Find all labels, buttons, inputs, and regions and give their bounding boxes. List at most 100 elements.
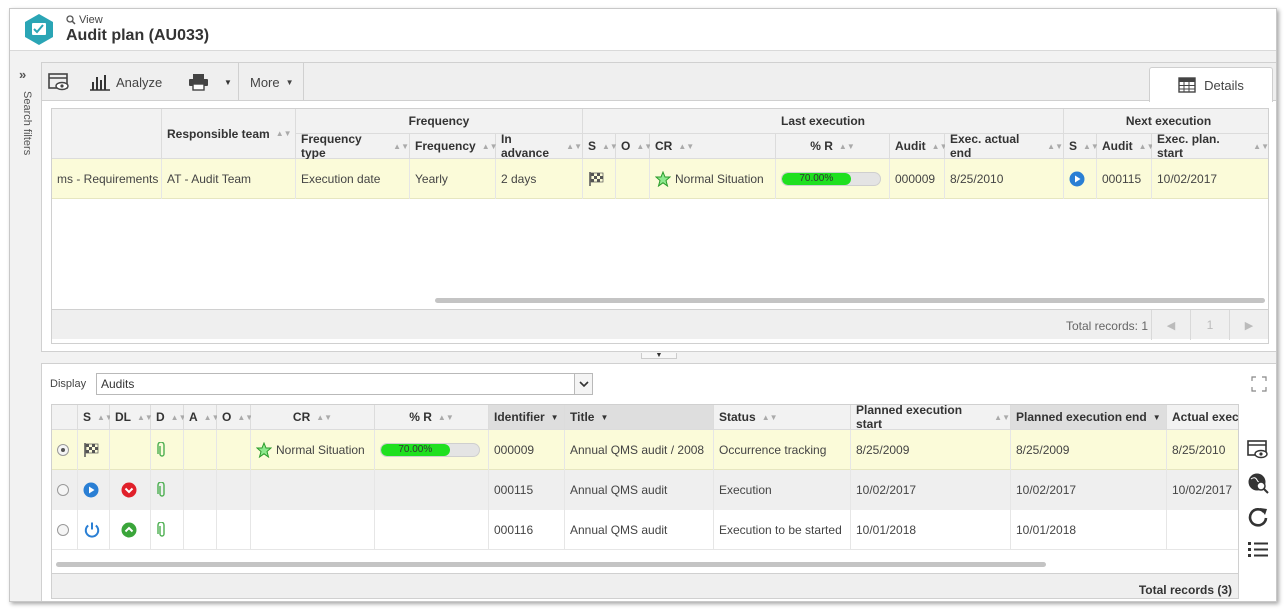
- horizontal-scrollbar[interactable]: [435, 298, 1265, 303]
- analyze-label: Analyze: [116, 74, 163, 90]
- col-header-requirements[interactable]: [52, 109, 162, 159]
- panel-splitter[interactable]: ▼: [41, 352, 1276, 363]
- horizontal-scrollbar[interactable]: [56, 562, 1046, 567]
- splitter-handle-icon[interactable]: ▼: [641, 352, 677, 359]
- cell-s: [78, 510, 110, 550]
- col-header-frequency-type[interactable]: Frequency type ▲▼: [296, 132, 410, 160]
- cell-status: Execution: [714, 470, 851, 510]
- col-header-pct-r[interactable]: % R ▲▼: [375, 405, 489, 430]
- details-tab[interactable]: Details: [1149, 67, 1273, 102]
- col-header-o[interactable]: O ▲▼: [217, 405, 253, 430]
- list-icon[interactable]: [1247, 540, 1269, 560]
- col-header-o[interactable]: O ▲▼: [616, 134, 652, 159]
- cell-dl: [110, 430, 151, 470]
- cell-in-advance: 2 days: [496, 159, 583, 199]
- paperclip-icon[interactable]: [156, 522, 168, 538]
- cell-exec-plan-start: 10/02/2017: [1152, 159, 1268, 199]
- col-header-exec-plan-start[interactable]: Exec. plan. start ▲▼: [1152, 132, 1268, 160]
- cell-cr: [251, 470, 375, 510]
- cell-cr: Normal Situation: [650, 159, 776, 199]
- col-header-status[interactable]: Status ▲▼: [714, 405, 851, 430]
- col-header-s[interactable]: S ▲▼: [583, 134, 618, 159]
- col-header-select: [52, 405, 78, 430]
- view-record-icon: [48, 73, 69, 91]
- power-icon: [84, 522, 100, 538]
- col-header-in-advance[interactable]: In advance ▲▼: [496, 132, 583, 160]
- grid-footer: Total records: 1 ◀ 1 ▶: [52, 309, 1268, 340]
- cell-planned-end: 10/01/2018: [1011, 510, 1167, 550]
- double-chevron-right-icon[interactable]: »: [19, 67, 26, 82]
- table-grid-icon: [1178, 77, 1196, 93]
- radio-selected-icon[interactable]: [57, 444, 69, 456]
- analyze-button[interactable]: Analyze: [90, 73, 162, 91]
- more-caret-icon: ▼: [285, 77, 294, 87]
- cell-o: [217, 510, 251, 550]
- cell-cr: Normal Situation: [251, 430, 375, 470]
- col-header-next-audit[interactable]: Audit ▲▼: [1097, 134, 1155, 159]
- display-select[interactable]: Audits: [96, 373, 593, 395]
- search-filters-rail[interactable]: » Search filters: [10, 53, 40, 601]
- paperclip-icon[interactable]: [156, 482, 168, 498]
- globe-search-icon[interactable]: [1247, 472, 1269, 494]
- col-header-exec-actual-end[interactable]: Exec. actual end ▲▼: [945, 132, 1064, 160]
- cell-responsible-team: AT - Audit Team: [162, 159, 296, 199]
- col-header-responsible-team[interactable]: Responsible team ▲▼: [162, 109, 296, 159]
- paperclip-icon[interactable]: [156, 442, 168, 458]
- row-radio[interactable]: [52, 470, 78, 510]
- cell-s: [78, 470, 110, 510]
- bar-chart-icon: [90, 75, 110, 91]
- audits-panel: Display Audits S ▲▼ DL ▲▼ D ▲▼ A ▲▼ O ▲▼ CR ▲▼…: [41, 363, 1276, 601]
- col-header-planned-end[interactable]: Planned execution end ▼: [1011, 405, 1167, 430]
- checkered-flag-icon: [84, 443, 99, 457]
- col-header-pct-r[interactable]: % R ▲▼: [776, 134, 890, 159]
- refresh-icon[interactable]: [1247, 506, 1269, 528]
- cell-planned-start: 10/02/2017: [851, 470, 1011, 510]
- cell-o: [616, 159, 650, 199]
- cell-frequency: Yearly: [410, 159, 496, 199]
- col-header-planned-start[interactable]: Planned execution start ▲▼: [851, 405, 1011, 431]
- radio-icon[interactable]: [57, 484, 69, 496]
- view-record-icon[interactable]: [1247, 440, 1269, 460]
- row-radio[interactable]: [52, 510, 78, 550]
- row-radio[interactable]: [52, 430, 78, 470]
- cell-s: [78, 430, 110, 470]
- col-header-s[interactable]: S ▲▼: [78, 405, 113, 430]
- green-star-icon: [655, 171, 671, 187]
- col-header-title[interactable]: Title ▼: [565, 405, 714, 430]
- radio-icon[interactable]: [57, 524, 69, 536]
- more-button[interactable]: More ▼: [250, 75, 294, 90]
- col-header-d[interactable]: D ▲▼: [151, 405, 187, 430]
- cell-cr: [251, 510, 375, 550]
- cell-o: [217, 470, 251, 510]
- prev-page-icon[interactable]: ◀: [1151, 310, 1190, 340]
- cell-planned-start: 10/01/2018: [851, 510, 1011, 550]
- col-header-dl[interactable]: DL ▲▼: [110, 405, 153, 430]
- play-circle-icon: [83, 482, 99, 498]
- display-label: Display: [50, 378, 87, 390]
- col-header-frequency[interactable]: Frequency ▲▼: [410, 134, 498, 159]
- cell-pct-r: [375, 470, 489, 510]
- col-header-cr[interactable]: CR ▲▼: [251, 405, 375, 430]
- app-window: View Audit plan (AU033) » Search filters: [9, 8, 1277, 602]
- col-header-a[interactable]: A ▲▼: [184, 405, 220, 430]
- group-header-frequency: Frequency: [296, 109, 583, 134]
- cell-exec-actual-end: 8/25/2010: [945, 159, 1064, 199]
- col-header-identifier[interactable]: Identifier ▼: [489, 405, 565, 430]
- col-header-audit[interactable]: Audit ▲▼: [890, 134, 948, 159]
- print-button[interactable]: ▼: [188, 63, 232, 101]
- print-dropdown-caret-icon[interactable]: ▼: [224, 78, 232, 87]
- col-header-cr[interactable]: CR ▲▼: [650, 134, 776, 159]
- cell-actual-exec: [1167, 510, 1238, 550]
- cell-planned-end: 10/02/2017: [1011, 470, 1167, 510]
- col-header-actual-exec[interactable]: Actual exec: [1167, 405, 1238, 430]
- search-icon: [66, 15, 76, 25]
- col-header-next-s[interactable]: S ▲▼: [1064, 134, 1099, 159]
- page-number[interactable]: 1: [1190, 310, 1229, 340]
- cell-dl: [110, 470, 151, 510]
- view-button[interactable]: [48, 63, 70, 101]
- expand-icon[interactable]: [1251, 376, 1267, 392]
- next-page-icon[interactable]: ▶: [1229, 310, 1268, 340]
- select-chevron-down-icon[interactable]: [574, 374, 592, 394]
- search-filters-label[interactable]: Search filters: [21, 91, 33, 155]
- group-header-last-execution: Last execution: [583, 109, 1064, 134]
